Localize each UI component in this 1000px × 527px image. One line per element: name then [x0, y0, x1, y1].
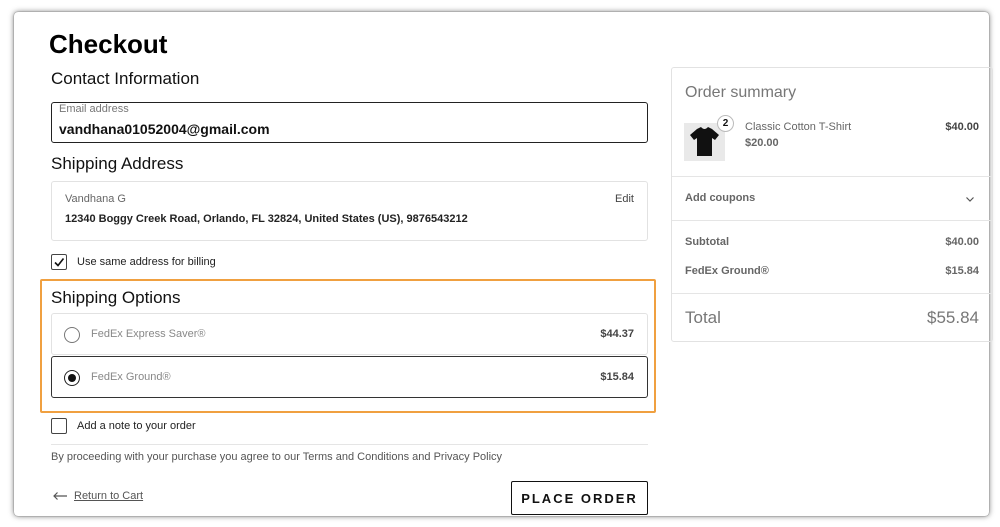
summary-divider: [672, 293, 992, 294]
radio-ground[interactable]: [64, 370, 80, 386]
product-line-total: $40.00: [945, 121, 979, 133]
total-label: Total: [685, 308, 721, 327]
arrow-left-icon: [53, 492, 67, 500]
email-label: Email address: [59, 103, 129, 115]
shipping-option-ground[interactable]: FedEx Ground® $15.84: [51, 356, 648, 398]
subtotal-value: $40.00: [945, 236, 979, 248]
shipping-cost-value: $15.84: [945, 265, 979, 277]
total-value: $55.84: [927, 308, 979, 327]
add-note-checkbox[interactable]: [51, 418, 67, 434]
add-coupons-toggle[interactable]: Add coupons: [685, 192, 755, 204]
divider: [51, 444, 648, 445]
edit-address-link[interactable]: Edit: [615, 193, 634, 205]
option-price: $44.37: [600, 328, 634, 340]
summary-divider: [672, 220, 992, 221]
terms-text: By proceeding with your purchase you agr…: [51, 451, 503, 463]
email-value[interactable]: vandhana01052004@gmail.com: [59, 121, 270, 137]
quantity-badge: 2: [717, 115, 734, 132]
radio-dot: [68, 374, 76, 382]
shipping-cost-label: FedEx Ground®: [685, 265, 769, 277]
option-label: FedEx Express Saver®: [91, 328, 206, 340]
return-to-cart-link[interactable]: Return to Cart: [52, 490, 143, 502]
order-summary-heading: Order summary: [685, 84, 797, 101]
place-order-button[interactable]: PLACE ORDER: [511, 481, 648, 515]
shipping-option-express-saver[interactable]: FedEx Express Saver® $44.37: [51, 313, 648, 355]
address-line: 12340 Boggy Creek Road, Orlando, FL 3282…: [65, 213, 468, 225]
return-to-cart-label[interactable]: Return to Cart: [74, 490, 143, 502]
email-field[interactable]: Email address vandhana01052004@gmail.com: [51, 102, 648, 143]
product-unit-price: $20.00: [745, 137, 779, 149]
billing-same-checkbox[interactable]: [51, 254, 67, 270]
shipping-address-heading: Shipping Address: [51, 154, 184, 173]
product-name: Classic Cotton T-Shirt: [745, 121, 852, 133]
check-icon: [54, 258, 65, 267]
contact-heading: Contact Information: [51, 69, 200, 88]
radio-express-saver[interactable]: [64, 327, 80, 343]
address-name: Vandhana G: [65, 193, 126, 205]
subtotal-label: Subtotal: [685, 236, 729, 248]
option-label: FedEx Ground®: [91, 371, 171, 383]
shipping-options-heading: Shipping Options: [51, 288, 181, 307]
billing-same-label: Use same address for billing: [77, 256, 216, 268]
add-note-label: Add a note to your order: [77, 420, 196, 432]
checkout-card: Checkout Contact Information Email addre…: [14, 12, 993, 516]
option-price: $15.84: [600, 371, 634, 383]
page-title: Checkout: [49, 29, 168, 59]
shipping-address-card: Vandhana G Edit 12340 Boggy Creek Road, …: [51, 181, 648, 241]
summary-divider: [672, 176, 992, 177]
order-summary: Order summary 2 Classic Cotton T-Shirt $…: [671, 67, 993, 342]
chevron-down-icon[interactable]: [964, 193, 976, 205]
